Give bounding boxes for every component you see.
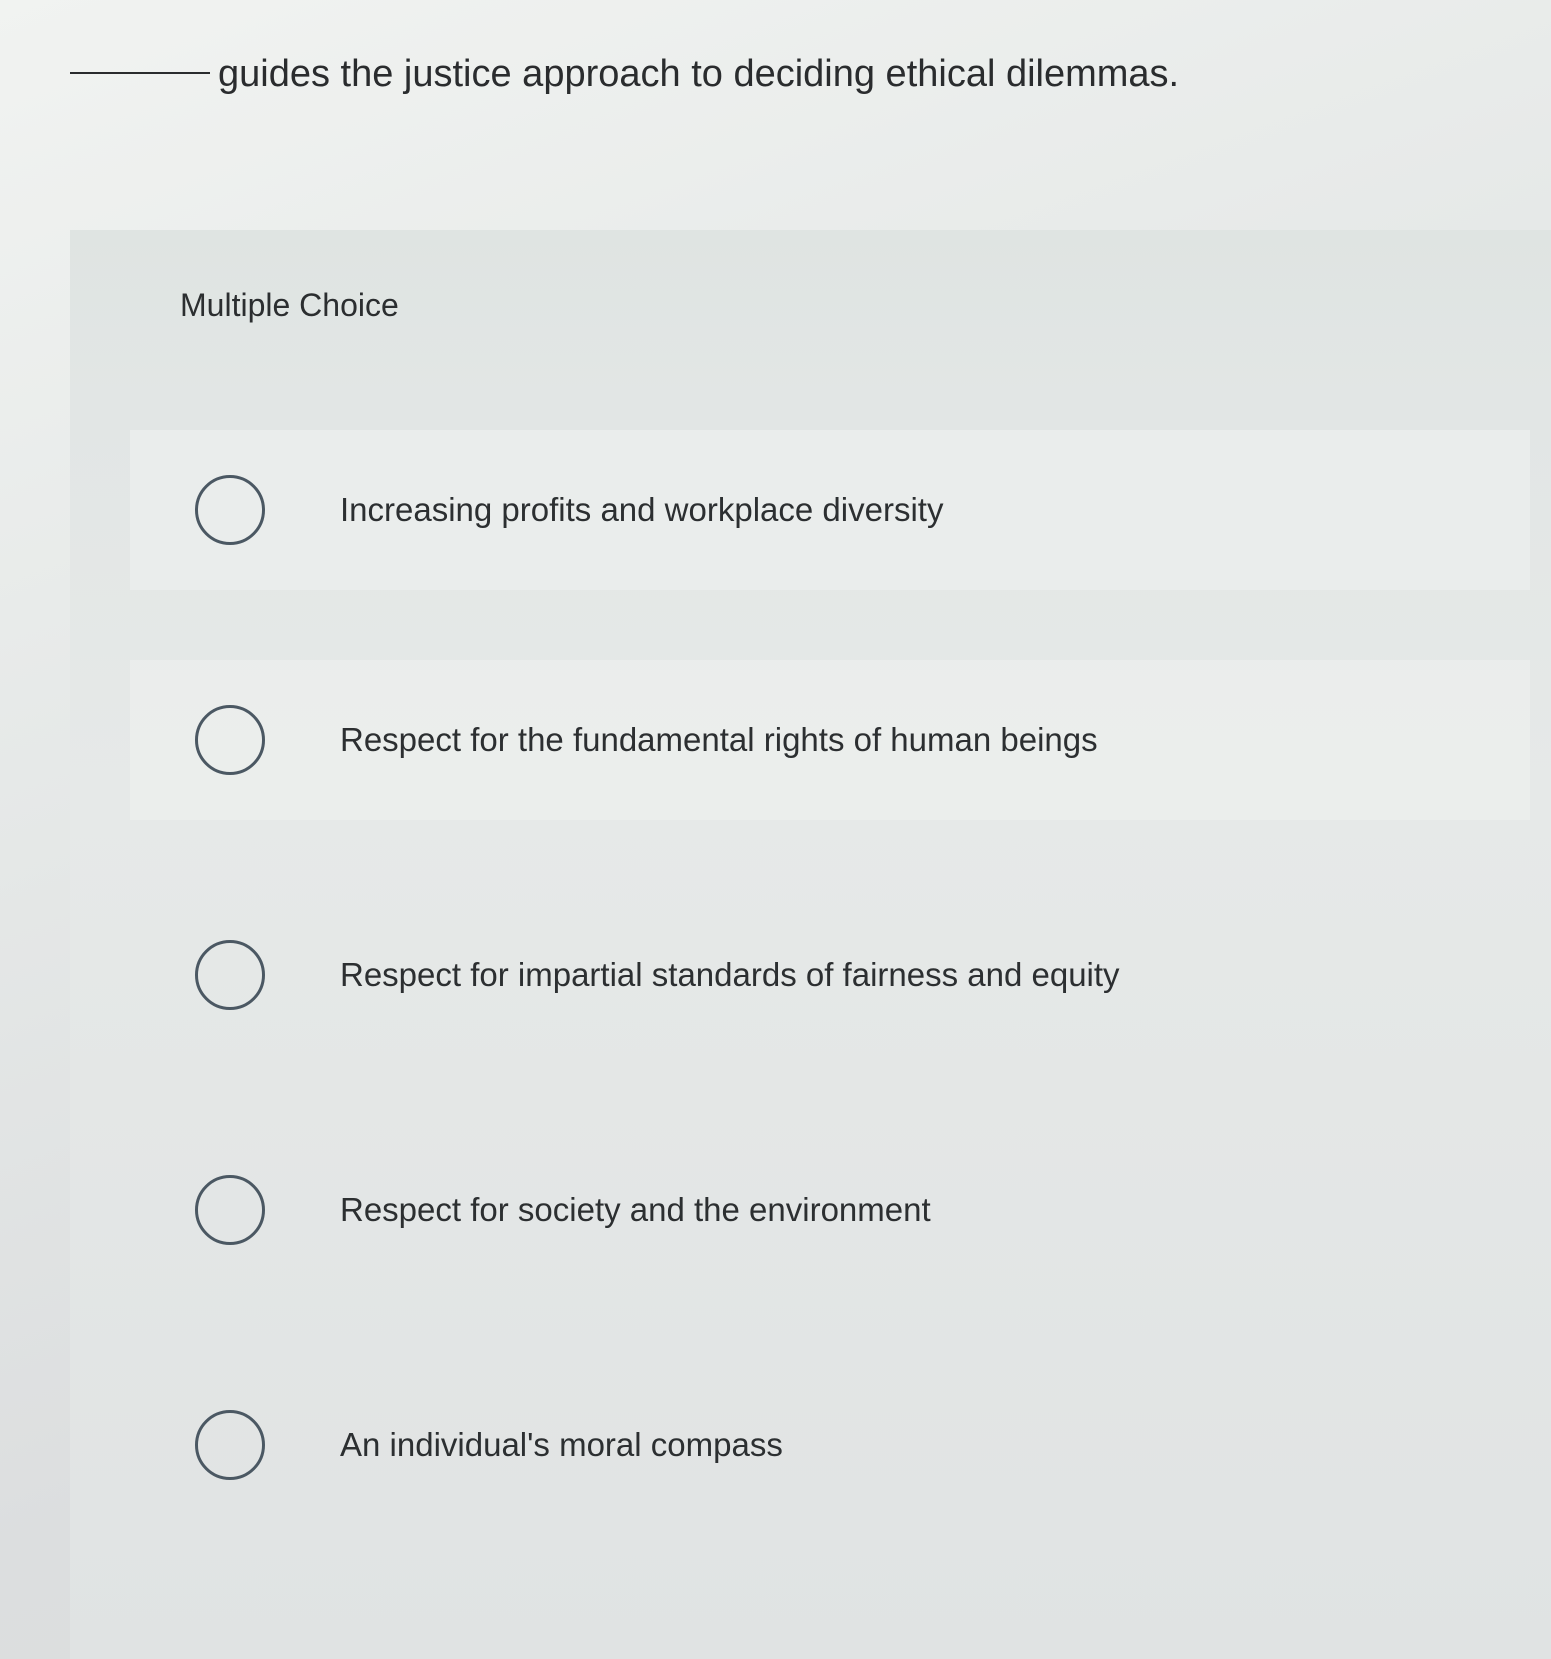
radio-button[interactable] <box>195 475 265 545</box>
answer-option-1[interactable]: Increasing profits and workplace diversi… <box>130 430 1530 590</box>
fill-in-blank <box>70 72 210 74</box>
answer-option-2[interactable]: Respect for the fundamental rights of hu… <box>130 660 1530 820</box>
question-prompt: guides the justice approach to deciding … <box>70 50 1179 98</box>
radio-button[interactable] <box>195 705 265 775</box>
answer-option-label: Increasing profits and workplace diversi… <box>340 491 944 528</box>
radio-button[interactable] <box>195 940 265 1010</box>
answer-option-label: Respect for impartial standards of fairn… <box>340 956 1120 993</box>
answer-option-5[interactable]: An individual's moral compass <box>130 1365 1530 1525</box>
radio-button[interactable] <box>195 1175 265 1245</box>
answer-panel: Multiple Choice Increasing profits and w… <box>70 230 1551 1659</box>
answer-option-3[interactable]: Respect for impartial standards of fairn… <box>130 895 1530 1055</box>
radio-button[interactable] <box>195 1410 265 1480</box>
answer-option-label: Respect for the fundamental rights of hu… <box>340 721 1098 758</box>
answer-option-4[interactable]: Respect for society and the environment <box>130 1130 1530 1290</box>
multiple-choice-label: Multiple Choice <box>180 287 399 323</box>
question-text: guides the justice approach to deciding … <box>218 53 1180 95</box>
answer-option-label: An individual's moral compass <box>340 1426 783 1463</box>
answer-option-label: Respect for society and the environment <box>340 1191 931 1228</box>
quiz-page: guides the justice approach to deciding … <box>0 0 1551 1659</box>
